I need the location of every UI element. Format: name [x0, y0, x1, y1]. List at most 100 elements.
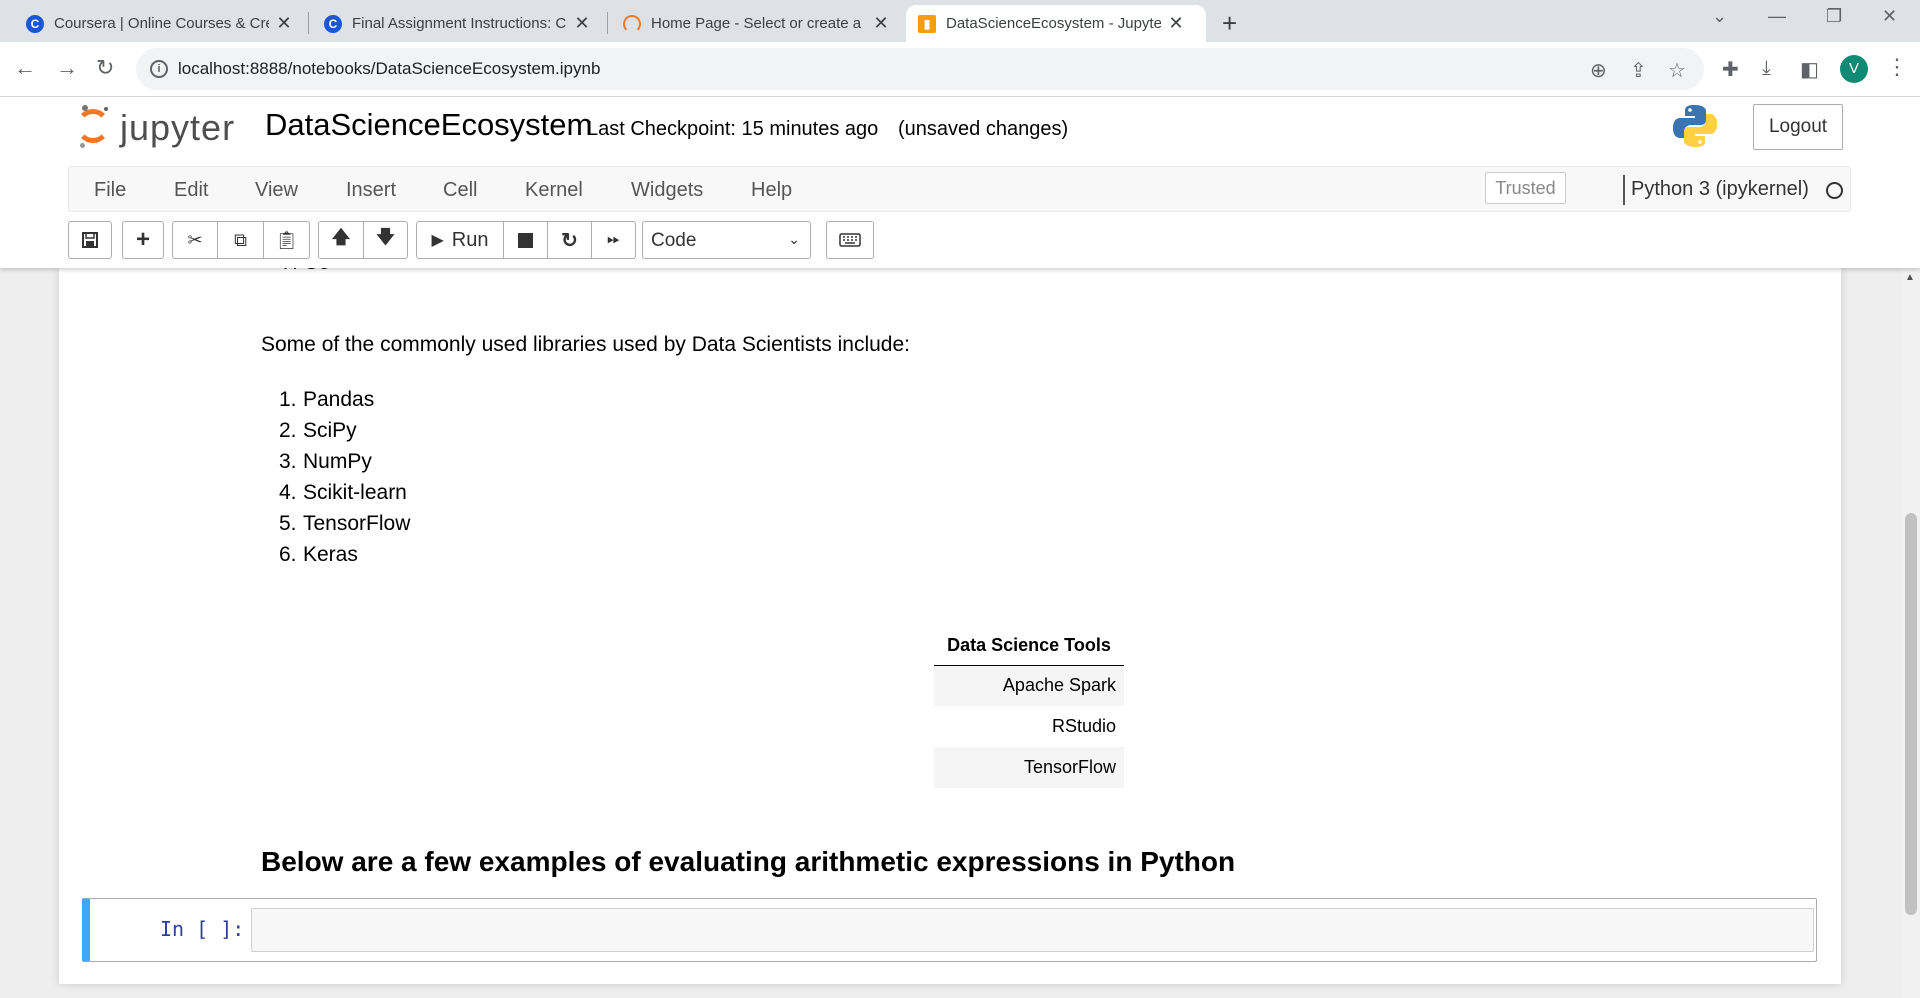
bookmark-star-icon[interactable]: ☆ — [1668, 58, 1686, 83]
share-icon[interactable]: ⇪ — [1630, 58, 1647, 83]
menu-widgets[interactable]: Widgets — [631, 179, 703, 202]
reload-icon[interactable]: ↻ — [96, 55, 114, 81]
data-science-tools-table: Data Science Tools Apache Spark RStudio … — [934, 627, 1124, 788]
code-cell[interactable]: In [ ]: — [82, 898, 1817, 962]
side-panel-icon[interactable]: ◧ — [1800, 57, 1819, 82]
logo-dot — [82, 105, 88, 111]
kernel-idle-indicator-icon — [1826, 182, 1843, 199]
close-window-icon[interactable]: ✕ — [1882, 6, 1897, 27]
notebook-toolbar: + ✂ ⧉ 📋︎ 🡅 🡇 ▶ Run ↻ ⏩︎ Code ⌄ — [68, 221, 1868, 261]
logo-dot — [104, 107, 108, 111]
browser-tab-notebook[interactable]: ▮ DataScienceEcosystem - Jupyter ✕ — [906, 5, 1206, 42]
forward-icon[interactable]: → — [56, 55, 78, 81]
coursera-icon: C — [324, 14, 342, 33]
omnibox[interactable]: i localhost:8888/notebooks/DataScienceEc… — [136, 48, 1704, 90]
kernel-divider — [1623, 175, 1625, 205]
cell-type-select[interactable]: Code ⌄ — [642, 221, 811, 259]
restore-icon[interactable]: ❐ — [1826, 6, 1842, 27]
play-icon: ▶ — [431, 232, 444, 249]
restart-icon: ↻ — [561, 229, 578, 252]
library-name: Keras — [303, 543, 358, 566]
section-heading: Below are a few examples of evaluating a… — [261, 846, 1236, 877]
tab-search-icon[interactable]: ⌄ — [1712, 6, 1727, 27]
move-cell-down-button[interactable]: 🡇 — [364, 221, 408, 259]
stop-icon — [518, 232, 533, 248]
save-button[interactable] — [68, 221, 112, 259]
paste-cells-button[interactable]: 📋︎ — [264, 221, 310, 259]
extensions-icon[interactable]: ✚ — [1722, 57, 1739, 82]
interrupt-kernel-button[interactable] — [504, 221, 548, 259]
url-text[interactable]: localhost:8888/notebooks/DataScienceEcos… — [178, 59, 600, 79]
logout-button[interactable]: Logout — [1753, 104, 1843, 150]
minimize-icon[interactable]: — — [1768, 6, 1786, 27]
tab-separator — [308, 12, 309, 34]
menu-view[interactable]: View — [255, 179, 298, 202]
browser-tab-coursera[interactable]: C Coursera | Online Courses & Cre ✕ — [14, 5, 305, 42]
move-cell-up-button[interactable]: 🡅 — [318, 221, 364, 259]
paste-icon: 📋︎ — [275, 229, 298, 250]
input-prompt: In [ ]: — [160, 917, 245, 941]
notebook-icon: ▮ — [918, 14, 936, 33]
cell-type-value: Code — [651, 230, 697, 251]
table-cell: TensorFlow — [934, 747, 1124, 788]
table-cell: RStudio — [1051, 716, 1116, 736]
list-item: 6. Keras — [279, 543, 358, 566]
libraries-list: 1. Pandas 2. SciPy 3. NumPy 4. Scikit-learn … — [279, 384, 410, 570]
copy-cells-button[interactable]: ⧉ — [218, 221, 264, 259]
list-item: 4. Scikit-learn — [279, 481, 407, 504]
insert-cell-below-button[interactable]: + — [122, 221, 164, 259]
menu-file[interactable]: File — [94, 179, 126, 202]
close-icon[interactable]: ✕ — [573, 13, 591, 34]
trusted-badge[interactable]: Trusted — [1485, 172, 1566, 204]
run-button[interactable]: ▶ Run — [416, 221, 504, 259]
site-info-icon[interactable]: i — [150, 60, 168, 78]
profile-avatar[interactable]: V — [1840, 55, 1868, 83]
plus-icon: + — [135, 226, 150, 253]
close-icon[interactable]: ✕ — [872, 13, 890, 34]
scrollbar-thumb[interactable] — [1905, 513, 1917, 915]
table-row: Apache Spark — [934, 665, 1124, 706]
tab-title: Final Assignment Instructions: C — [352, 15, 567, 32]
menu-kernel[interactable]: Kernel — [525, 179, 583, 202]
menu-cell[interactable]: Cell — [443, 179, 477, 202]
browser-tab-home-page[interactable]: Home Page - Select or create a n ✕ — [611, 5, 902, 42]
python-logo-icon — [1673, 105, 1717, 147]
arrow-up-icon: 🡅 — [331, 227, 351, 247]
scroll-up-arrow-icon[interactable]: ▲ — [1905, 272, 1915, 283]
notebook-name[interactable]: DataScienceEcosystem — [265, 107, 592, 143]
zoom-icon[interactable]: ⊕ — [1590, 58, 1607, 83]
restart-kernel-button[interactable]: ↻ — [548, 221, 592, 259]
jupyter-icon — [623, 14, 641, 33]
code-input-area[interactable] — [251, 908, 1814, 952]
download-icon[interactable]: ⤓ — [1762, 57, 1771, 80]
command-palette-button[interactable] — [826, 221, 874, 259]
menu-edit[interactable]: Edit — [174, 179, 208, 202]
tab-title: Coursera | Online Courses & Cre — [54, 15, 269, 32]
table-cell: Apache Spark — [934, 665, 1124, 706]
back-icon[interactable]: ← — [14, 55, 36, 81]
browser-tab-final-assignment[interactable]: C Final Assignment Instructions: C ✕ — [312, 5, 603, 42]
scissors-icon: ✂ — [187, 229, 203, 250]
cut-cells-button[interactable]: ✂ — [172, 221, 218, 259]
table-row: RStudio — [934, 706, 1124, 747]
restart-run-all-button[interactable]: ⏩︎ — [592, 221, 636, 259]
close-icon[interactable]: ✕ — [275, 13, 293, 34]
logo-dot — [80, 143, 85, 148]
new-tab-button[interactable]: + — [1222, 8, 1237, 39]
fast-forward-icon: ⏩︎ — [607, 231, 620, 248]
table-row: TensorFlow — [934, 747, 1124, 788]
menu-insert[interactable]: Insert — [346, 179, 396, 202]
menu-help[interactable]: Help — [751, 179, 792, 202]
list-item: 1. Pandas — [279, 388, 375, 411]
kernel-name[interactable]: Python 3 (ipykernel) — [1631, 178, 1809, 201]
browser-menu-icon[interactable]: ⋮ — [1886, 54, 1908, 80]
notebook-menubar: File Edit View Insert Cell Kernel Widget… — [68, 166, 1851, 212]
run-label: Run — [451, 228, 489, 251]
jupyter-logo[interactable]: jupyter — [76, 105, 246, 153]
libraries-intro-text: Some of the commonly used libraries used… — [261, 333, 910, 356]
list-item: 3. NumPy — [279, 450, 372, 473]
close-icon[interactable]: ✕ — [1167, 13, 1185, 34]
checkpoint-status: Last Checkpoint: 15 minutes ago — [587, 118, 879, 140]
autosave-status: (unsaved changes) — [898, 118, 1069, 140]
list-item: 5. TensorFlow — [279, 512, 411, 535]
